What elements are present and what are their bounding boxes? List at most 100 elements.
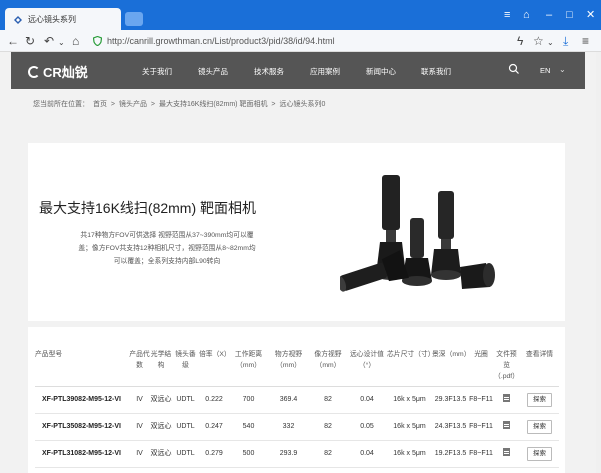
cell-image-fov: 82 [309,413,347,441]
product-description-line: 盖；像方FOV共支持12种相机尺寸，视野范围从8~82mm均 [78,245,256,252]
column-header-magnification: 倍率（X） [199,347,231,387]
cell-sensor-size: 16k x 5μm [387,440,432,468]
web-page: CR灿锐 关于我们 镜头产品 技术服务 应用案例 新闻中心 联系我们 EN ⌄ … [0,52,596,473]
chevron-down-icon[interactable]: ⌄ [58,36,65,50]
refresh-icon[interactable]: ↻ [25,34,35,48]
new-tab-button[interactable] [125,12,143,26]
cell-lens-grade: UDTL [172,440,199,468]
cell-object-fov: 332 [268,413,309,441]
cell-generation: IV [129,413,150,441]
cell-telecentricity: 0.04 [347,440,387,468]
menu-item-about[interactable]: 关于我们 [142,66,172,77]
menu-item-lens-products[interactable]: 镜头产品 [198,66,228,77]
breadcrumb-prefix: 您当前所在位置： [33,101,89,108]
maximize-icon[interactable]: □ [566,9,573,21]
breadcrumb-separator: > [150,101,155,108]
cell-model: XF-PTL39082-M95-12-VI [35,386,129,414]
cell-aperture: F8~F11 [469,440,493,468]
language-switch[interactable]: EN [540,66,550,75]
product-title: 最大支持16K线扫(82mm) 靶面相机 [39,200,257,216]
cell-model: XF-PTL31082-M95-12-VI [35,440,129,468]
column-header-file-preview: 文件预览（.pdf） [493,347,520,387]
view-details-button[interactable]: 探索 [527,393,552,407]
cell-depth-value: 24.3 [434,423,449,430]
cell-file-preview [493,413,520,441]
column-header-sensor-size: 芯片尺寸（寸） [387,347,435,387]
cell-magnification: 0.222 [199,386,229,414]
pdf-file-icon[interactable] [503,394,510,402]
menu-item-tech-service[interactable]: 技术服务 [254,66,284,77]
column-header-depth-of-field: 景深（mm） [432,347,471,387]
cell-object-fov: 293.9 [268,440,309,468]
menu-item-news[interactable]: 新闻中心 [366,66,396,77]
column-header-telecentricity: 远心设计值（°） [347,347,387,387]
cell-depth-of-field: 24.3F13.5 [432,413,469,441]
browser-menu-icon[interactable]: ≡ [582,34,589,48]
cell-telecentricity: 0.04 [347,386,387,414]
cell-magnification: 0.247 [199,413,229,441]
view-details-button[interactable]: 探索 [527,420,552,434]
home-icon[interactable]: ⌂ [72,34,79,48]
chevron-down-icon[interactable]: ⌄ [559,65,566,74]
menu-item-contact[interactable]: 联系我们 [421,66,451,77]
browser-tab-active[interactable]: 远心镜头系列 [5,8,121,31]
page-scrollbar[interactable] [596,52,601,473]
chevron-down-icon[interactable]: ⌄ [547,36,554,50]
cell-sensor-size: 16k x 5μm [387,413,432,441]
column-header-generation: 产品代数 [129,347,150,387]
product-spec-table: 产品型号 产品代数 光学结构 镜头番级 倍率（X） 工作距离（mm） 物方视野（… [35,347,559,468]
pdf-file-icon[interactable] [503,421,510,429]
cell-generation: IV [129,440,150,468]
undo-icon[interactable]: ↶ [44,34,54,48]
cell-optical-structure: 双远心 [150,440,172,468]
breadcrumb-home[interactable]: 首页 [93,101,107,108]
product-description-line: 可以覆盖；全系列支持内部L90转向 [113,258,221,265]
cell-image-fov: 82 [309,386,347,414]
minimize-icon[interactable]: – [546,9,552,21]
lightning-icon[interactable]: ϟ [517,34,523,48]
cell-model: XF-PTL35082-M95-12-VI [35,413,129,441]
browser-navbar: ← ↻ ↶ ⌄ ⌂ http://canrill.growthman.cn/Li… [0,30,601,52]
close-icon[interactable]: ✕ [586,9,595,21]
browser-titlebar: 远心镜头系列 ≡ ⌂ – □ ✕ [0,0,601,31]
pdf-file-icon[interactable] [503,448,510,456]
logo-mark-icon [28,65,40,78]
breadcrumb: 您当前所在位置： 首页 > 镜头产品 > 最大支持16K线扫(82mm) 靶面相… [33,99,327,109]
logo-text: CR灿锐 [43,65,88,80]
cell-working-distance: 500 [229,440,268,468]
cell-lens-grade: UDTL [172,413,199,441]
menu-icon[interactable]: ≡ [504,9,510,21]
back-arrow-icon[interactable]: ← [7,34,19,48]
column-header-model: 产品型号 [35,347,129,387]
cell-lens-label: F13.5 [448,423,467,430]
url-text: http://canrill.growthman.cn/List/product… [107,36,335,46]
column-header-image-fov: 像方视野（mm） [309,347,347,387]
cell-depth-of-field: 29.3F13.5 [432,386,469,414]
cell-magnification: 0.279 [199,440,229,468]
site-logo[interactable]: CR灿锐 [28,62,88,81]
product-lens-image [340,175,495,292]
breadcrumb-category[interactable]: 最大支持16K线扫(82mm) 靶面相机 [159,101,268,108]
shirt-icon[interactable]: ⌂ [523,9,530,21]
breadcrumb-lens-products[interactable]: 镜头产品 [119,101,147,108]
address-bar[interactable]: http://canrill.growthman.cn/List/product… [93,34,508,48]
table-row: XF-PTL31082-M95-12-VI IV 双远心 UDTL 0.279 … [35,440,559,468]
shield-icon [93,36,102,46]
star-icon[interactable]: ☆ [533,34,544,48]
download-icon[interactable]: ⤓ [563,34,568,48]
cell-depth-value: 29.3 [434,396,449,403]
product-table-card: 产品型号 产品代数 光学结构 镜头番级 倍率（X） 工作距离（mm） 物方视野（… [28,327,565,473]
cell-working-distance: 540 [229,413,268,441]
product-description: 共17种物方FOV可供选择 视野范围从37~390mm均可以覆 盖；像方FOV共… [68,229,266,268]
view-details-button[interactable]: 探索 [527,447,552,461]
cell-image-fov: 82 [309,440,347,468]
cell-lens-grade: UDTL [172,386,199,414]
menu-item-cases[interactable]: 应用案例 [310,66,340,77]
search-icon[interactable] [508,63,520,75]
cell-aperture: F8~F11 [469,386,493,414]
browser-tab-title: 远心镜头系列 [28,15,76,24]
table-header-row: 产品型号 产品代数 光学结构 镜头番级 倍率（X） 工作距离（mm） 物方视野（… [35,347,559,387]
cell-working-distance: 700 [229,386,268,414]
cell-lens-label: F13.5 [448,396,467,403]
cell-file-preview [493,386,520,414]
